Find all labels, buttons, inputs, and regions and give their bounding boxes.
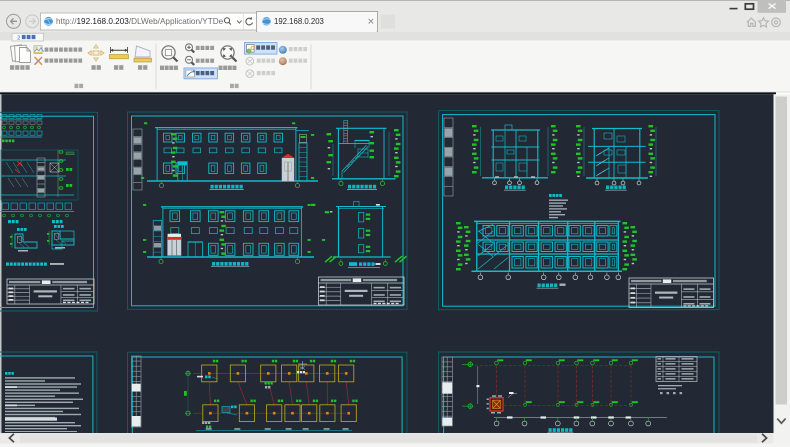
svg-text:192.168.0.203: 192.168.0.203 xyxy=(274,17,324,26)
svg-text:http://192.168.0.203/DLWeb/App: http://192.168.0.203/DLWeb/Application/Y… xyxy=(56,17,224,26)
svg-text:2: 2 xyxy=(17,36,20,42)
